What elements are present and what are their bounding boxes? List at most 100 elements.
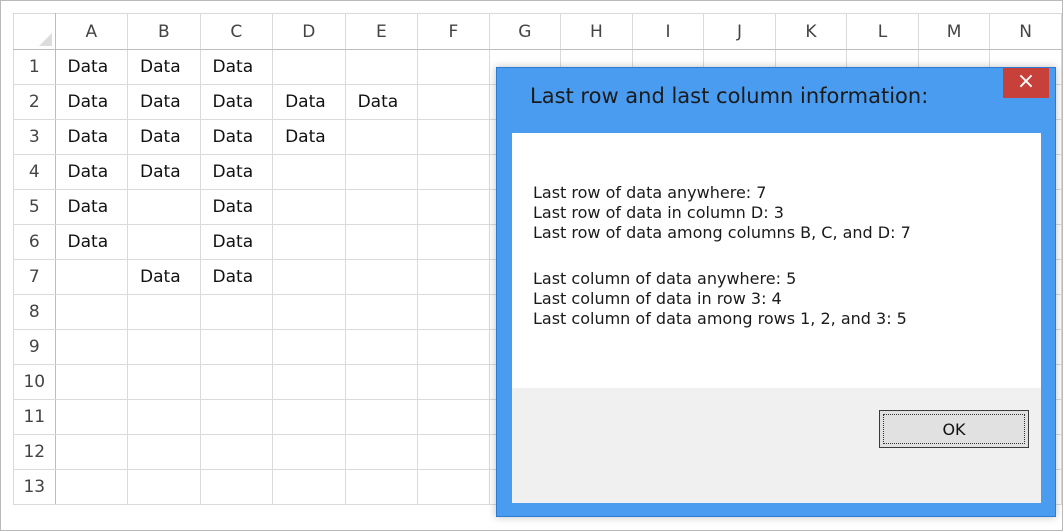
cell[interactable] [199, 364, 274, 400]
close-icon[interactable]: × [1003, 68, 1049, 98]
cell[interactable]: Data [199, 189, 274, 225]
column-header-f[interactable]: F [417, 13, 490, 50]
cell[interactable]: Data [199, 224, 274, 260]
cell[interactable] [199, 434, 274, 470]
column-header-m[interactable]: M [917, 13, 991, 50]
cell[interactable] [417, 294, 490, 330]
row-header[interactable]: 8 [13, 294, 56, 330]
column-header-c[interactable]: C [199, 13, 274, 50]
row-header[interactable]: 11 [13, 399, 56, 435]
cell[interactable]: Data [127, 154, 201, 190]
cell[interactable]: Data [344, 84, 419, 120]
column-header-d[interactable]: D [272, 13, 346, 50]
cell[interactable] [344, 49, 419, 85]
cell[interactable]: Data [199, 119, 274, 155]
column-header-j[interactable]: J [703, 13, 776, 50]
row-header[interactable]: 2 [13, 84, 56, 120]
cell[interactable]: Data [272, 119, 346, 155]
cell[interactable] [417, 259, 490, 295]
cell[interactable] [272, 259, 346, 295]
ok-button[interactable]: OK [879, 410, 1029, 448]
cell[interactable]: Data [54, 189, 129, 225]
cell[interactable] [272, 224, 346, 260]
row-header[interactable]: 10 [13, 364, 56, 400]
cell[interactable] [417, 399, 490, 435]
cell[interactable] [199, 294, 274, 330]
cell[interactable] [54, 364, 129, 400]
row-header[interactable]: 7 [13, 259, 56, 295]
cell[interactable] [417, 469, 490, 505]
cell[interactable] [417, 329, 490, 365]
cell[interactable]: Data [199, 49, 274, 85]
cell[interactable] [54, 469, 129, 505]
cell[interactable] [272, 49, 346, 85]
row-header[interactable]: 6 [13, 224, 56, 260]
cell[interactable] [272, 329, 346, 365]
cell[interactable] [199, 329, 274, 365]
cell[interactable] [272, 189, 346, 225]
cell[interactable] [54, 259, 129, 295]
cell[interactable] [417, 119, 490, 155]
row-header[interactable]: 12 [13, 434, 56, 470]
cell[interactable]: Data [272, 84, 346, 120]
cell[interactable] [417, 189, 490, 225]
cell[interactable] [272, 399, 346, 435]
cell[interactable]: Data [54, 84, 129, 120]
column-header-a[interactable]: A [54, 13, 129, 50]
row-header[interactable]: 1 [13, 49, 56, 85]
cell[interactable] [272, 434, 346, 470]
cell[interactable] [54, 329, 129, 365]
cell[interactable] [344, 434, 419, 470]
cell[interactable] [272, 364, 346, 400]
cell[interactable]: Data [199, 259, 274, 295]
cell[interactable] [54, 434, 129, 470]
column-header-k[interactable]: K [774, 13, 848, 50]
cell[interactable] [344, 259, 419, 295]
cell[interactable] [417, 364, 490, 400]
cell[interactable]: Data [54, 119, 129, 155]
cell[interactable] [344, 294, 419, 330]
cell[interactable] [417, 84, 490, 120]
cell[interactable] [127, 189, 201, 225]
column-header-h[interactable]: H [560, 13, 633, 50]
cell[interactable] [344, 154, 419, 190]
row-header[interactable]: 4 [13, 154, 56, 190]
select-all-corner[interactable] [13, 13, 56, 50]
cell[interactable] [417, 224, 490, 260]
cell[interactable] [272, 469, 346, 505]
cell[interactable]: Data [127, 119, 201, 155]
row-header[interactable]: 3 [13, 119, 56, 155]
cell[interactable] [127, 434, 201, 470]
cell[interactable] [54, 399, 129, 435]
cell[interactable] [344, 469, 419, 505]
cell[interactable]: Data [127, 259, 201, 295]
cell[interactable] [127, 364, 201, 400]
cell[interactable] [344, 119, 419, 155]
cell[interactable]: Data [199, 84, 274, 120]
row-header[interactable]: 13 [13, 469, 56, 505]
cell[interactable] [127, 399, 201, 435]
cell[interactable] [344, 189, 419, 225]
cell[interactable]: Data [54, 224, 129, 260]
cell[interactable] [344, 329, 419, 365]
cell[interactable] [417, 154, 490, 190]
column-header-g[interactable]: G [488, 13, 562, 50]
cell[interactable] [127, 294, 201, 330]
cell[interactable]: Data [199, 154, 274, 190]
cell[interactable] [199, 469, 274, 505]
cell[interactable] [127, 329, 201, 365]
cell[interactable] [344, 399, 419, 435]
cell[interactable] [199, 399, 274, 435]
column-header-n[interactable]: N [989, 13, 1062, 50]
column-header-l[interactable]: L [846, 13, 919, 50]
cell[interactable] [344, 224, 419, 260]
column-header-i[interactable]: I [631, 13, 705, 50]
cell[interactable] [127, 469, 201, 505]
cell[interactable]: Data [54, 49, 129, 85]
cell[interactable]: Data [127, 84, 201, 120]
row-header[interactable]: 5 [13, 189, 56, 225]
cell[interactable] [127, 224, 201, 260]
cell[interactable] [417, 434, 490, 470]
cell[interactable] [54, 294, 129, 330]
cell[interactable]: Data [127, 49, 201, 85]
